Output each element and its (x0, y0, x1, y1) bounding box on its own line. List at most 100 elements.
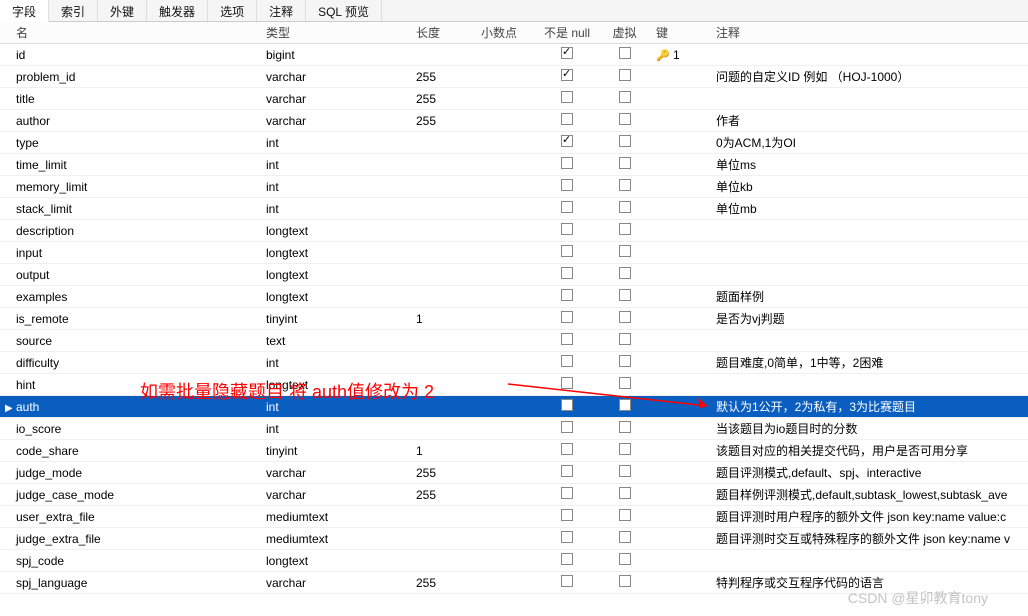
field-length[interactable] (412, 141, 477, 145)
field-comment[interactable]: 当该题目为io题目时的分数 (712, 418, 1028, 439)
virtual-checkbox[interactable] (619, 289, 631, 301)
field-name[interactable]: hint (12, 376, 262, 394)
field-type[interactable]: varchar (262, 574, 412, 592)
field-type[interactable]: longtext (262, 376, 412, 394)
virtual-checkbox[interactable] (619, 69, 631, 81)
virtual-checkbox[interactable] (619, 135, 631, 147)
field-type[interactable]: int (262, 354, 412, 372)
virtual-checkbox[interactable] (619, 399, 631, 411)
tab-0[interactable]: 字段 (0, 0, 49, 22)
notnull-checkbox[interactable] (561, 201, 573, 213)
field-name[interactable]: difficulty (12, 354, 262, 372)
field-decimal[interactable] (477, 427, 537, 431)
field-decimal[interactable] (477, 229, 537, 233)
notnull-checkbox[interactable] (561, 69, 573, 81)
field-length[interactable]: 1 (412, 442, 477, 460)
tab-1[interactable]: 索引 (49, 0, 98, 21)
virtual-checkbox[interactable] (619, 91, 631, 103)
table-row[interactable]: judge_modevarchar255题目评测模式,default、spj、i… (0, 462, 1028, 484)
notnull-checkbox[interactable] (561, 179, 573, 191)
field-type[interactable]: longtext (262, 222, 412, 240)
field-name[interactable]: stack_limit (12, 200, 262, 218)
field-comment[interactable]: 题目评测时用户程序的额外文件 json key:name value:c (712, 506, 1028, 527)
field-comment[interactable] (712, 273, 1028, 277)
field-decimal[interactable] (477, 273, 537, 277)
field-type[interactable]: mediumtext (262, 530, 412, 548)
field-decimal[interactable] (477, 515, 537, 519)
virtual-checkbox[interactable] (619, 487, 631, 499)
field-type[interactable]: mediumtext (262, 508, 412, 526)
notnull-checkbox[interactable] (561, 421, 573, 433)
field-length[interactable] (412, 339, 477, 343)
field-name[interactable]: type (12, 134, 262, 152)
field-type[interactable]: int (262, 134, 412, 152)
field-type[interactable]: longtext (262, 552, 412, 570)
field-type[interactable]: tinyint (262, 442, 412, 460)
field-decimal[interactable] (477, 75, 537, 79)
field-name[interactable]: judge_mode (12, 464, 262, 482)
field-name[interactable]: source (12, 332, 262, 350)
field-decimal[interactable] (477, 559, 537, 563)
virtual-checkbox[interactable] (619, 157, 631, 169)
table-row[interactable]: io_scoreint当该题目为io题目时的分数 (0, 418, 1028, 440)
field-comment[interactable]: 题目评测时交互或特殊程序的额外文件 json key:name v (712, 528, 1028, 549)
table-row[interactable]: idbigint🔑 1 (0, 44, 1028, 66)
field-length[interactable] (412, 515, 477, 519)
table-row[interactable]: typeint0为ACM,1为OI (0, 132, 1028, 154)
notnull-checkbox[interactable] (561, 267, 573, 279)
field-length[interactable] (412, 559, 477, 563)
notnull-checkbox[interactable] (561, 245, 573, 257)
notnull-checkbox[interactable] (561, 465, 573, 477)
field-decimal[interactable] (477, 361, 537, 365)
virtual-checkbox[interactable] (619, 531, 631, 543)
field-comment[interactable] (712, 53, 1028, 57)
field-type[interactable]: int (262, 420, 412, 438)
field-type[interactable]: text (262, 332, 412, 350)
field-decimal[interactable] (477, 537, 537, 541)
field-type[interactable]: varchar (262, 464, 412, 482)
virtual-checkbox[interactable] (619, 509, 631, 521)
field-comment[interactable]: 该题目对应的相关提交代码，用户是否可用分享 (712, 440, 1028, 461)
notnull-checkbox[interactable] (561, 223, 573, 235)
field-comment[interactable]: 单位ms (712, 154, 1028, 175)
field-comment[interactable] (712, 559, 1028, 563)
notnull-checkbox[interactable] (561, 399, 573, 411)
field-decimal[interactable] (477, 185, 537, 189)
notnull-checkbox[interactable] (561, 531, 573, 543)
field-decimal[interactable] (477, 53, 537, 57)
tab-3[interactable]: 触发器 (147, 0, 208, 21)
field-decimal[interactable] (477, 493, 537, 497)
field-name[interactable]: auth (12, 398, 262, 416)
field-type[interactable]: int (262, 156, 412, 174)
field-decimal[interactable] (477, 97, 537, 101)
table-row[interactable]: outputlongtext (0, 264, 1028, 286)
table-row[interactable]: ▶authint默认为1公开，2为私有，3为比赛题目 (0, 396, 1028, 418)
field-comment[interactable]: 题目难度,0简单，1中等，2困难 (712, 352, 1028, 373)
field-decimal[interactable] (477, 295, 537, 299)
field-length[interactable] (412, 295, 477, 299)
field-length[interactable] (412, 229, 477, 233)
field-name[interactable]: is_remote (12, 310, 262, 328)
field-type[interactable]: int (262, 178, 412, 196)
field-comment[interactable]: 是否为vj判题 (712, 308, 1028, 329)
table-row[interactable]: memory_limitint单位kb (0, 176, 1028, 198)
field-length[interactable]: 255 (412, 574, 477, 592)
virtual-checkbox[interactable] (619, 245, 631, 257)
field-type[interactable]: longtext (262, 266, 412, 284)
field-decimal[interactable] (477, 405, 537, 409)
field-type[interactable]: int (262, 398, 412, 416)
field-comment[interactable]: 题面样例 (712, 286, 1028, 307)
field-decimal[interactable] (477, 449, 537, 453)
field-length[interactable]: 255 (412, 112, 477, 130)
table-row[interactable]: authorvarchar255作者 (0, 110, 1028, 132)
table-row[interactable]: is_remotetinyint1是否为vj判题 (0, 308, 1028, 330)
field-length[interactable] (412, 53, 477, 57)
field-type[interactable]: int (262, 200, 412, 218)
field-name[interactable]: time_limit (12, 156, 262, 174)
virtual-checkbox[interactable] (619, 113, 631, 125)
field-decimal[interactable] (477, 581, 537, 585)
field-name[interactable]: author (12, 112, 262, 130)
tab-2[interactable]: 外键 (98, 0, 147, 21)
table-row[interactable]: time_limitint 单位ms (0, 154, 1028, 176)
virtual-checkbox[interactable] (619, 575, 631, 587)
